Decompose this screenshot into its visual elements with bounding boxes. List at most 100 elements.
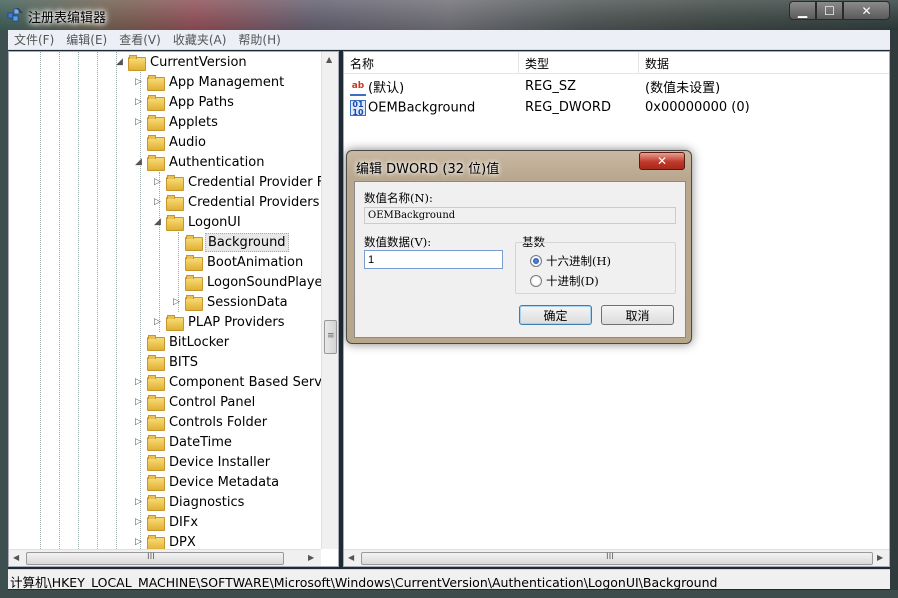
tree-horizontal-scroll-thumb[interactable]: III (26, 552, 284, 565)
folder-icon (147, 355, 165, 371)
maximize-button[interactable]: ☐ (816, 1, 843, 20)
window-right-border (890, 30, 898, 598)
expand-icon[interactable]: ▷ (134, 97, 143, 107)
tree-item-component-based-servicing[interactable]: ▷ Component Based Servicir (134, 372, 338, 392)
scroll-left-icon[interactable]: ◀ (13, 553, 19, 562)
radio-decimal[interactable]: 十进制(D) (530, 273, 599, 289)
title-bar[interactable]: 注册表编辑器 ▁ ☐ ✕ (0, 0, 898, 30)
column-data[interactable]: 数据 (639, 52, 889, 74)
menu-view[interactable]: 查看(V) (113, 31, 167, 48)
dialog-close-button[interactable]: ✕ (639, 152, 685, 170)
expand-icon[interactable]: ▷ (153, 177, 162, 187)
folder-icon (147, 75, 165, 91)
value-data: 0x00000000 (0) (645, 100, 750, 115)
radio-unchecked-icon[interactable] (530, 275, 542, 287)
expand-icon[interactable]: ▷ (134, 77, 143, 87)
menu-help[interactable]: 帮助(H) (232, 31, 286, 48)
collapse-icon[interactable]: ◢ (115, 57, 124, 67)
tree-item-bits[interactable]: BITS (134, 352, 200, 372)
tree-item-sessiondata[interactable]: ▷ SessionData (172, 292, 290, 312)
value-data-input[interactable] (364, 250, 503, 269)
tree-guide-line (40, 52, 41, 549)
column-name[interactable]: 名称 (344, 52, 519, 74)
list-horizontal-scrollbar[interactable]: ◀ III ▶ (344, 549, 889, 566)
scroll-right-icon[interactable]: ▶ (877, 553, 883, 562)
expand-icon[interactable]: ▷ (153, 197, 162, 207)
scroll-up-icon[interactable]: ▲ (326, 55, 332, 64)
menu-edit[interactable]: 编辑(E) (60, 31, 113, 48)
tree-item-logonsoundplayed[interactable]: LogonSoundPlayed (172, 272, 333, 292)
folder-icon (166, 315, 184, 331)
close-button[interactable]: ✕ (843, 1, 890, 20)
minimize-button[interactable]: ▁ (789, 1, 816, 20)
expand-icon[interactable]: ▷ (134, 377, 143, 387)
collapse-icon[interactable]: ◢ (134, 157, 143, 167)
tree-item-logonui[interactable]: ◢ LogonUI (153, 212, 243, 232)
list-row[interactable]: 01 10 OEMBackground REG_DWORD 0x00000000 (… (344, 97, 889, 118)
tree-item-applets[interactable]: ▷ Applets (134, 112, 220, 132)
value-name: OEMBackground (368, 100, 476, 115)
registry-tree[interactable]: ◢ CurrentVersion ▷ App Management ▷ App … (8, 51, 339, 567)
minimize-icon: ▁ (797, 3, 808, 18)
expand-icon[interactable]: ▷ (134, 117, 143, 127)
expand-icon[interactable]: ▷ (134, 417, 143, 427)
ok-button[interactable]: 确定 (519, 305, 592, 325)
tree-horizontal-scrollbar[interactable]: ◀ III ▶ (9, 549, 321, 566)
tree-item-label: SessionData (207, 294, 288, 310)
collapse-icon[interactable]: ◢ (153, 217, 162, 227)
radio-hexadecimal[interactable]: 十六进制(H) (530, 253, 611, 269)
column-type[interactable]: 类型 (519, 52, 639, 74)
tree-item-label: Authentication (169, 154, 265, 170)
menu-bar: 文件(F) 编辑(E) 查看(V) 收藏夹(A) 帮助(H) (8, 30, 890, 50)
tree-guide-line (78, 52, 79, 549)
edit-dword-dialog[interactable]: 编辑 DWORD (32 位)值 ✕ 数值名称(N): OEMBackgroun… (346, 150, 692, 344)
cancel-button[interactable]: 取消 (601, 305, 674, 325)
expand-icon[interactable]: ▷ (134, 517, 143, 527)
menu-file[interactable]: 文件(F) (8, 31, 60, 48)
tree-item-plap-providers[interactable]: ▷ PLAP Providers (153, 312, 287, 332)
expand-icon[interactable]: ▷ (134, 437, 143, 447)
tree-item-device-installer[interactable]: Device Installer (134, 452, 272, 472)
tree-item-diagnostics[interactable]: ▷ Diagnostics (134, 492, 246, 512)
tree-item-app-paths[interactable]: ▷ App Paths (134, 92, 236, 112)
expand-icon[interactable]: ▷ (134, 397, 143, 407)
expand-icon[interactable]: ▷ (153, 317, 162, 327)
scroll-left-icon[interactable]: ◀ (348, 553, 354, 562)
tree-item-control-panel[interactable]: ▷ Control Panel (134, 392, 257, 412)
scroll-right-icon[interactable]: ▶ (308, 553, 314, 562)
tree-item-currentversion[interactable]: ◢ CurrentVersion (115, 52, 249, 72)
menu-favorites[interactable]: 收藏夹(A) (167, 31, 233, 48)
tree-item-label: LogonSoundPlayed (207, 274, 331, 290)
radio-checked-icon[interactable] (530, 255, 542, 267)
status-bar: 计算机\HKEY_LOCAL_MACHINE\SOFTWARE\Microsof… (8, 569, 890, 589)
folder-icon (147, 535, 165, 551)
list-row[interactable]: ab (默认) REG_SZ (数值未设置) (344, 76, 889, 97)
tree-item-audio[interactable]: Audio (134, 132, 208, 152)
tree-item-bitlocker[interactable]: BitLocker (134, 332, 231, 352)
tree-vertical-scroll-thumb[interactable]: ≡ (324, 320, 337, 354)
expand-icon[interactable]: ▷ (134, 537, 143, 547)
tree-item-bootanimation[interactable]: BootAnimation (172, 252, 305, 272)
tree-item-label: BITS (169, 354, 198, 370)
grip-icon: III (147, 552, 155, 562)
value-name-cell: 01 10 OEMBackground (344, 99, 519, 116)
list-horizontal-scroll-thumb[interactable]: III (361, 552, 873, 565)
tree-item-credential-provider-filters[interactable]: ▷ Credential Provider Filte (153, 172, 338, 192)
tree-item-app-management[interactable]: ▷ App Management (134, 72, 286, 92)
tree-item-device-metadata[interactable]: Device Metadata (134, 472, 281, 492)
expand-icon[interactable]: ▷ (172, 297, 181, 307)
regedit-icon (7, 7, 23, 22)
tree-vertical-scrollbar[interactable]: ▲ ≡ (321, 52, 338, 549)
tree-item-controls-folder[interactable]: ▷ Controls Folder (134, 412, 269, 432)
expand-icon[interactable]: ▷ (134, 497, 143, 507)
tree-item-difx[interactable]: ▷ DIFx (134, 512, 200, 532)
tree-item-credential-providers[interactable]: ▷ Credential Providers (153, 192, 321, 212)
folder-icon (185, 295, 203, 311)
tree-item-background[interactable]: Background (172, 232, 289, 252)
tree-item-label: Device Metadata (169, 474, 280, 490)
tree-item-datetime[interactable]: ▷ DateTime (134, 432, 234, 452)
tree-item-authentication[interactable]: ◢ Authentication (134, 152, 266, 172)
tree-item-label-selected: Background (205, 232, 289, 252)
